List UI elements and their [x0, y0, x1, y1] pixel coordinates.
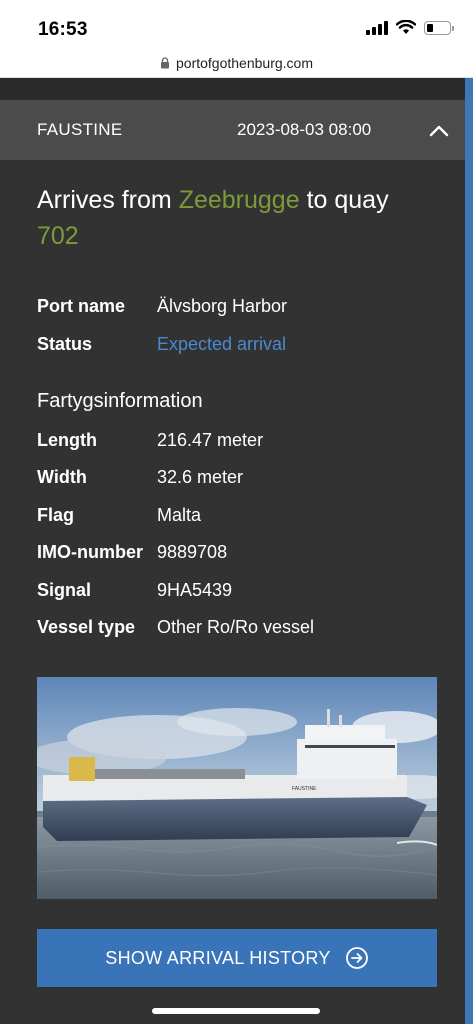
- lock-icon: [161, 56, 169, 68]
- port-name-value: Älvsborg Harbor: [157, 296, 288, 316]
- flag-label: Flag: [37, 505, 75, 525]
- port-name-label: Port name: [37, 296, 126, 316]
- status-icons: [366, 20, 454, 35]
- vessel-signal-row: Signal 9HA5439: [37, 580, 232, 601]
- flag-value: Malta: [157, 505, 202, 525]
- length-value: 216.47 meter: [157, 430, 264, 450]
- vessel-type-value: Other Ro/Ro vessel: [157, 617, 315, 637]
- vessel-flag-row: Flag Malta: [37, 505, 201, 526]
- wifi-icon: [396, 20, 416, 34]
- status-value: Expected arrival: [157, 334, 287, 354]
- vessel-width-row: Width 32.6 meter: [37, 467, 243, 488]
- battery-icon: [424, 20, 454, 35]
- vessel-type-row: Vessel type Other Ro/Ro vessel: [37, 617, 314, 638]
- imo-label: IMO-number: [37, 542, 143, 562]
- vessel-type-label: Vessel type: [37, 617, 136, 637]
- length-label: Length: [37, 430, 97, 450]
- headline-prefix: Arrives from: [37, 186, 179, 214]
- port-name-row: Port name Älvsborg Harbor: [37, 296, 287, 317]
- status-row: Status Expected arrival: [37, 334, 286, 355]
- ship-name: FAUSTINE: [37, 120, 123, 139]
- vessel-info-title: Fartygsinformation: [37, 390, 203, 412]
- vessel-length-row: Length 216.47 meter: [37, 430, 263, 451]
- show-arrival-history-label: SHOW ARRIVAL HISTORY: [105, 947, 331, 968]
- imo-value: 9889708: [157, 542, 228, 562]
- home-indicator[interactable]: [152, 1008, 320, 1014]
- arrow-circle-right-icon: [345, 947, 368, 969]
- url-text[interactable]: portofgothenburg.com: [176, 55, 313, 71]
- previous-card-edge: [0, 78, 465, 100]
- width-label: Width: [37, 467, 87, 487]
- show-arrival-history-button[interactable]: SHOW ARRIVAL HISTORY: [37, 929, 437, 987]
- headline-middle: to quay: [299, 186, 389, 214]
- origin-port: Zeebrugge: [178, 186, 300, 214]
- arrival-headline: Arrives from Zeebrugge to quay 702: [37, 182, 437, 254]
- signal-label: Signal: [37, 580, 92, 600]
- vessel-imo-row: IMO-number 9889708: [37, 542, 227, 563]
- quay-number: 702: [37, 222, 79, 250]
- status-time: 16:53: [38, 19, 88, 40]
- scroll-accent-bar: [465, 78, 473, 1024]
- status-label: Status: [37, 334, 93, 354]
- chevron-up-icon[interactable]: [427, 120, 451, 142]
- status-bar: 16:53: [0, 0, 473, 48]
- width-value: 32.6 meter: [157, 467, 244, 487]
- url-bar[interactable]: portofgothenburg.com: [0, 48, 473, 78]
- cellular-signal-icon: [366, 20, 388, 35]
- arrival-datetime: 2023-08-03 08:00: [237, 120, 372, 139]
- ship-photo: FAUSTINE: [37, 677, 437, 899]
- arrival-card-header[interactable]: FAUSTINE 2023-08-03 08:00: [0, 100, 465, 160]
- hull-name: FAUSTINE: [292, 786, 317, 792]
- page-content: FAUSTINE 2023-08-03 08:00 Arrives from Z…: [0, 78, 473, 1024]
- signal-value: 9HA5439: [157, 580, 233, 600]
